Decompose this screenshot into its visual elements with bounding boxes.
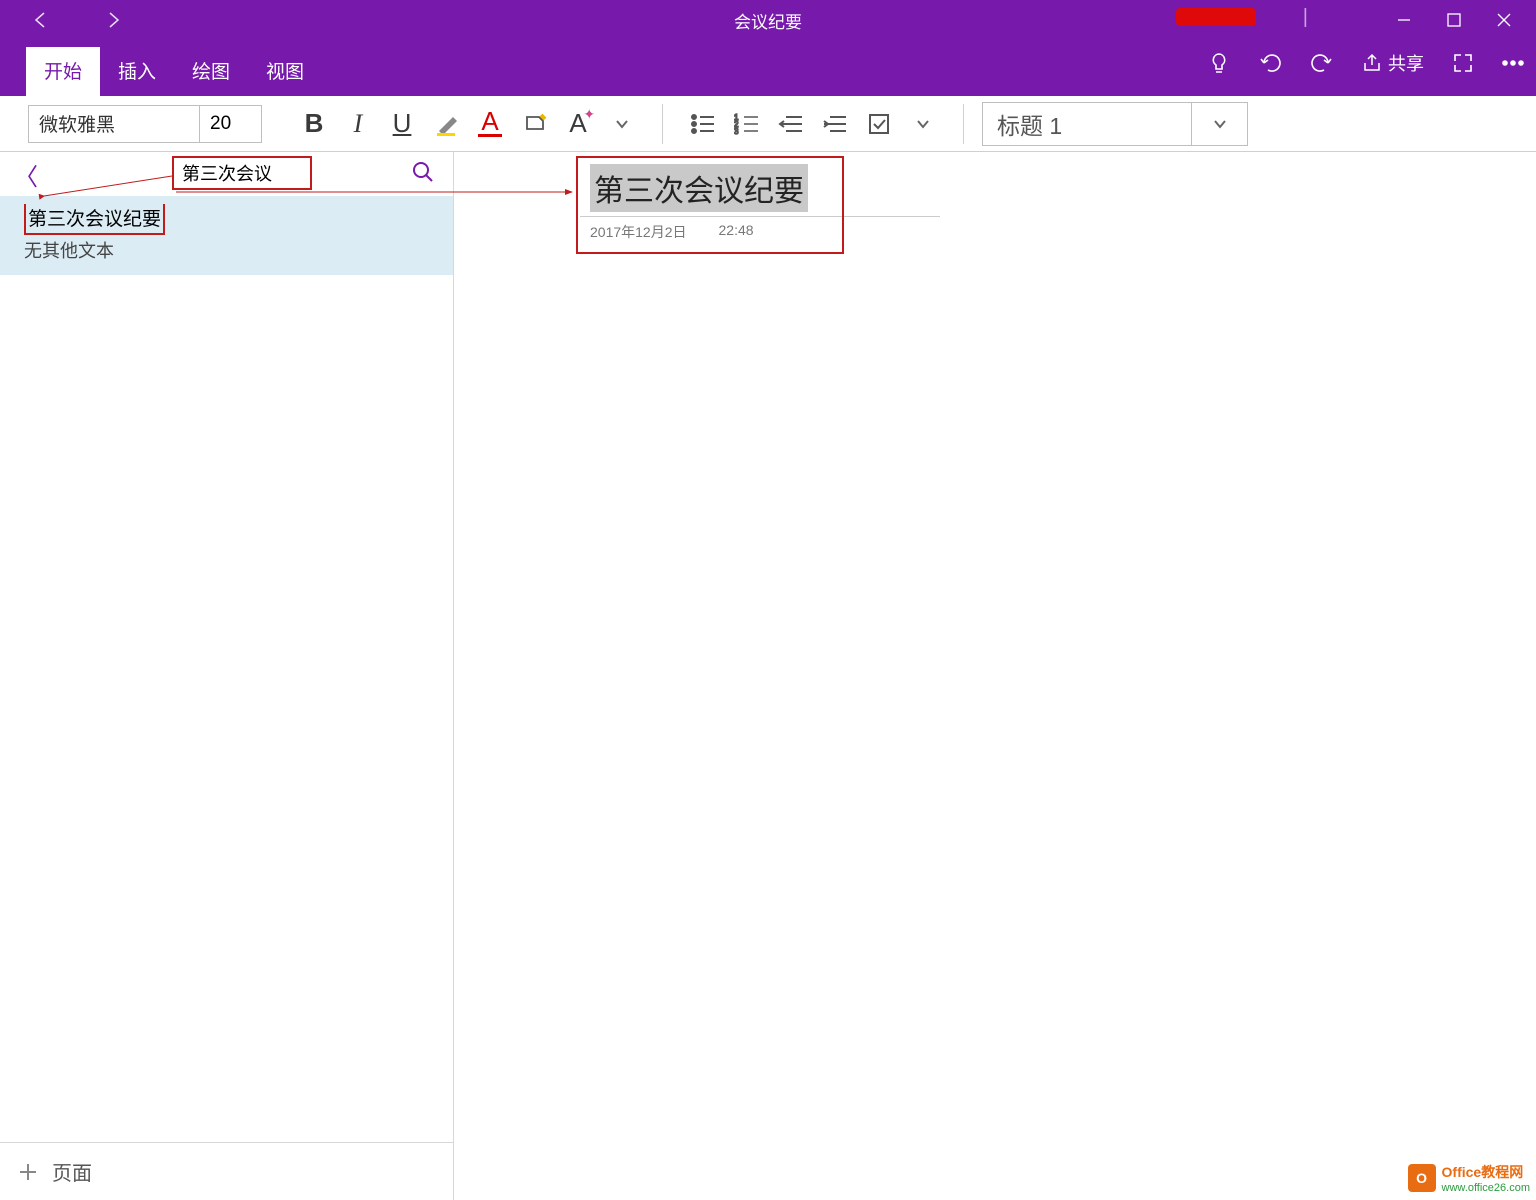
- redacted-username: [1176, 8, 1256, 26]
- svg-text:3: 3: [734, 127, 739, 135]
- add-page-label: 页面: [52, 1157, 92, 1186]
- search-input[interactable]: 第三次会议: [172, 156, 312, 190]
- font-size-input[interactable]: 20: [200, 105, 262, 143]
- add-page-button[interactable]: 页面: [0, 1142, 453, 1200]
- tab-home[interactable]: 开始: [26, 47, 100, 96]
- watermark-line1: Office教程网: [1442, 1162, 1530, 1182]
- highlight-button[interactable]: [424, 102, 468, 146]
- paragraph-dropdown[interactable]: [901, 102, 945, 146]
- title-bar: 会议纪要 |: [0, 0, 1536, 40]
- plus-icon: [18, 1162, 38, 1182]
- note-title-container: 第三次会议纪要 2017年12月2日 22:48: [576, 156, 844, 254]
- page-item-subtitle: 无其他文本: [24, 237, 429, 263]
- tab-insert[interactable]: 插入: [100, 47, 174, 96]
- font-name-input[interactable]: 微软雅黑: [28, 105, 200, 143]
- tab-draw[interactable]: 绘图: [174, 47, 248, 96]
- minimize-icon[interactable]: [1396, 12, 1412, 28]
- note-canvas[interactable]: 第三次会议纪要 2017年12月2日 22:48: [454, 152, 1536, 1200]
- clear-format-button[interactable]: A✦: [556, 102, 600, 146]
- separator: |: [1303, 6, 1308, 29]
- ribbon-toolbar: 微软雅黑 20 B I U A A✦ 123 标题 1: [0, 96, 1536, 152]
- font-color-button[interactable]: A: [468, 102, 512, 146]
- underline-button[interactable]: U: [380, 102, 424, 146]
- style-selector[interactable]: 标题 1: [982, 102, 1192, 146]
- note-date: 2017年12月2日: [590, 222, 687, 242]
- todo-button[interactable]: [857, 102, 901, 146]
- font-dropdown[interactable]: [600, 102, 644, 146]
- share-label: 共享: [1388, 50, 1424, 76]
- ribbon-tabs: 开始 插入 绘图 视图 共享: [0, 40, 1536, 96]
- numbering-button[interactable]: 123: [725, 102, 769, 146]
- lightbulb-icon[interactable]: [1208, 52, 1230, 74]
- note-time: 22:48: [719, 222, 754, 242]
- page-item-title: 第三次会议纪要: [24, 204, 165, 235]
- undo-icon[interactable]: [1258, 51, 1282, 75]
- more-icon[interactable]: [1502, 60, 1524, 66]
- fullscreen-icon[interactable]: [1452, 52, 1474, 74]
- watermark-icon: O: [1408, 1164, 1436, 1192]
- note-title[interactable]: 第三次会议纪要: [590, 164, 808, 212]
- watermark: O Office教程网 www.office26.com: [1408, 1162, 1530, 1194]
- main-area: 〈 第三次会议 第三次会议纪要 无其他文本 页面 第三次会议纪要 2017年12…: [0, 152, 1536, 1200]
- bold-button[interactable]: B: [292, 102, 336, 146]
- watermark-line2: www.office26.com: [1442, 1182, 1530, 1194]
- maximize-icon[interactable]: [1446, 12, 1462, 28]
- page-list-panel: 〈 第三次会议 第三次会议纪要 无其他文本 页面: [0, 152, 454, 1200]
- search-icon[interactable]: [411, 160, 435, 184]
- back-chevron-icon[interactable]: 〈: [14, 157, 38, 192]
- format-painter-button[interactable]: [512, 102, 556, 146]
- page-list-item[interactable]: 第三次会议纪要 无其他文本: [0, 196, 453, 275]
- indent-button[interactable]: [813, 102, 857, 146]
- share-button[interactable]: 共享: [1362, 50, 1424, 76]
- redo-icon[interactable]: [1310, 51, 1334, 75]
- outdent-button[interactable]: [769, 102, 813, 146]
- italic-button[interactable]: I: [336, 102, 380, 146]
- nav-forward-icon[interactable]: [102, 9, 124, 31]
- close-icon[interactable]: [1496, 12, 1512, 28]
- tab-view[interactable]: 视图: [248, 47, 322, 96]
- nav-back-icon[interactable]: [30, 9, 52, 31]
- style-dropdown[interactable]: [1192, 102, 1248, 146]
- bullets-button[interactable]: [681, 102, 725, 146]
